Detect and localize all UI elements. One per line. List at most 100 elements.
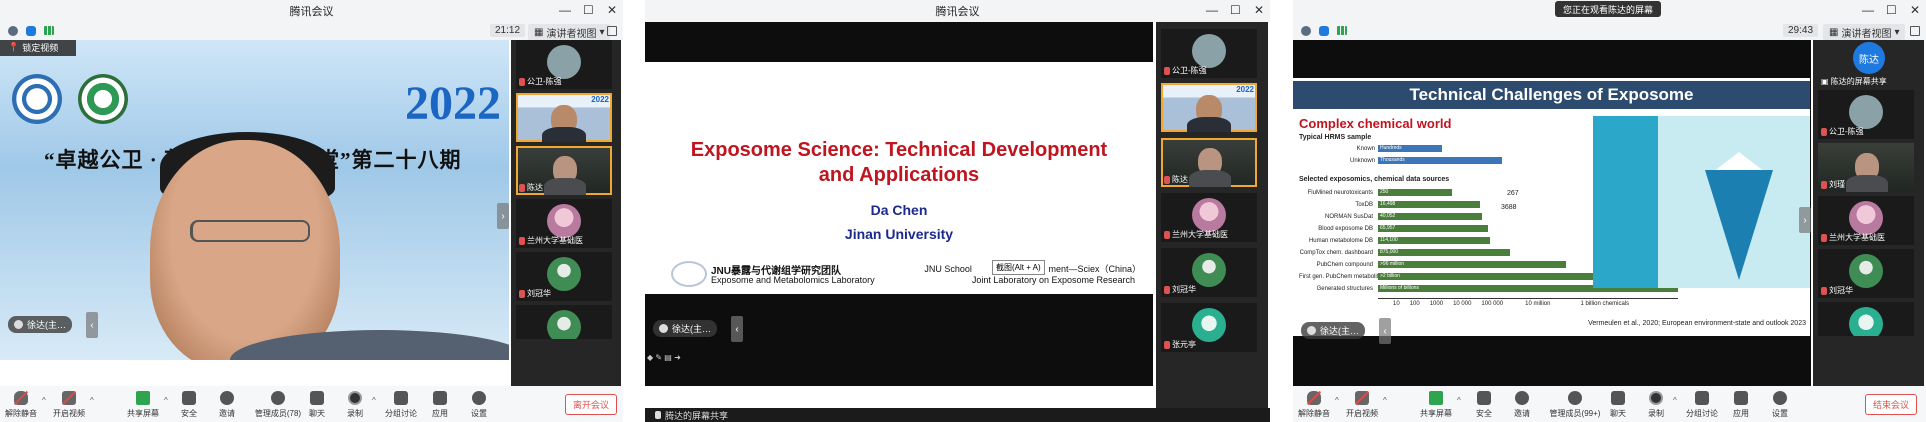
fullscreen-icon[interactable] bbox=[607, 26, 617, 36]
participant-thumb[interactable]: 兰州大学基础医 bbox=[1161, 193, 1257, 242]
chat-button[interactable]: 聊天 bbox=[1597, 391, 1639, 419]
shield-icon[interactable] bbox=[26, 26, 36, 36]
speaker-name-pill[interactable]: 徐达(主… bbox=[8, 316, 72, 333]
apps-button[interactable]: 应用 bbox=[1720, 391, 1762, 419]
chat-button[interactable]: 聊天 bbox=[296, 391, 338, 419]
invite-button[interactable]: 邀请 bbox=[206, 391, 248, 419]
speaker-avatar-icon bbox=[1307, 326, 1316, 335]
breakout-icon bbox=[1695, 391, 1709, 405]
collapse-left-icon[interactable]: ‹ bbox=[86, 312, 98, 338]
breakout-button[interactable]: 分组讨论 bbox=[1681, 391, 1723, 419]
signal-icon[interactable] bbox=[1337, 26, 1347, 35]
settings-button[interactable]: 设置 bbox=[1759, 391, 1801, 419]
window-controls: — ☐ ✕ bbox=[1206, 3, 1264, 17]
screenshot-tooltip: 截图(Alt + A) bbox=[992, 260, 1045, 275]
meeting-window-3: — ☐ ✕ 29:43 ▦ 演讲者视图 ▾ Technical Challenges… bbox=[1293, 0, 1926, 422]
maximize-button[interactable]: ☐ bbox=[1230, 3, 1241, 17]
share-screen-button[interactable]: 共享屏幕 bbox=[122, 391, 164, 419]
record-button[interactable]: 录制 bbox=[1635, 391, 1677, 419]
minimize-button[interactable]: — bbox=[559, 3, 571, 17]
minimize-button[interactable]: — bbox=[1206, 3, 1218, 17]
participant-thumb[interactable]: 2022 bbox=[516, 93, 612, 142]
chevron-up-icon[interactable]: ^ bbox=[372, 396, 376, 405]
participant-thumb[interactable]: 陈达 bbox=[516, 146, 612, 195]
apps-button[interactable]: 应用 bbox=[419, 391, 461, 419]
fullscreen-icon[interactable] bbox=[1910, 26, 1920, 36]
participant-thumb[interactable]: 兰州大学基础医 bbox=[1818, 196, 1914, 245]
security-button[interactable]: 安全 bbox=[168, 391, 210, 419]
end-meeting-button[interactable]: 结束会议 bbox=[1865, 394, 1918, 415]
record-button[interactable]: 录制 bbox=[334, 391, 376, 419]
shared-video: 2022 “卓越公卫 · 若讲堂”第二十八期 bbox=[0, 40, 509, 360]
participant-thumb[interactable]: 兰州大学基础医 bbox=[516, 199, 612, 248]
security-button[interactable]: 安全 bbox=[1463, 391, 1505, 419]
collapse-sidebar-icon[interactable]: › bbox=[1799, 207, 1811, 233]
video-button[interactable]: 开启视频 bbox=[48, 391, 90, 419]
participant-thumb[interactable]: 陈达 bbox=[1161, 138, 1257, 187]
participant-thumb[interactable] bbox=[516, 305, 612, 339]
close-button[interactable]: ✕ bbox=[1254, 3, 1264, 17]
chevron-up-icon[interactable]: ^ bbox=[90, 396, 94, 405]
collapse-sidebar-icon[interactable]: › bbox=[497, 203, 509, 229]
participant-thumb[interactable]: 张元亭 bbox=[1161, 303, 1257, 352]
participant-thumb[interactable]: 刘冠华 bbox=[516, 252, 612, 301]
participant-thumb[interactable]: 刘瑾 bbox=[1818, 143, 1914, 192]
maximize-button[interactable]: ☐ bbox=[1886, 3, 1897, 17]
lab-logo bbox=[671, 261, 707, 287]
participant-thumb[interactable]: 2022 bbox=[1161, 83, 1257, 132]
status-bar: 21:12 ▦ 演讲者视图 ▾ bbox=[0, 22, 623, 41]
mute-button[interactable]: 解除静音 bbox=[1293, 391, 1335, 419]
presenter-avatar[interactable]: 陈达 bbox=[1853, 42, 1885, 74]
speaker-name-pill[interactable]: 徐达(主… bbox=[653, 320, 717, 337]
invite-button[interactable]: 邀请 bbox=[1501, 391, 1543, 419]
signal-icon[interactable] bbox=[44, 26, 54, 35]
chevron-up-icon[interactable]: ^ bbox=[1457, 396, 1461, 405]
participant-thumb[interactable]: 公卫-陈强 bbox=[516, 40, 612, 89]
speaker-name-pill[interactable]: 徐达(主… bbox=[1301, 322, 1365, 339]
presentation-slide: Technical Challenges of Exposome Complex… bbox=[1293, 78, 1810, 336]
main-stage: 2022 “卓越公卫 · 若讲堂”第二十八期 📍 锁定视频 徐达(主… ‹ bbox=[0, 40, 509, 360]
chevron-up-icon[interactable]: ^ bbox=[42, 396, 46, 405]
pin-icon: 📍 bbox=[8, 41, 20, 52]
gear-icon bbox=[1773, 391, 1787, 405]
participant-avatar bbox=[1192, 308, 1226, 342]
video-button[interactable]: 开启视频 bbox=[1341, 391, 1383, 419]
mic-muted-icon bbox=[519, 77, 525, 86]
settings-button[interactable]: 设置 bbox=[458, 391, 500, 419]
slide-citation: Vermeulen et al., 2020; European environ… bbox=[1588, 320, 1806, 327]
participant-thumb[interactable]: 刘冠华 bbox=[1161, 248, 1257, 297]
participant-thumb[interactable]: 刘冠华 bbox=[1818, 249, 1914, 298]
chevron-up-icon[interactable]: ^ bbox=[1335, 396, 1339, 405]
breakout-button[interactable]: 分组讨论 bbox=[380, 391, 422, 419]
participant-thumb[interactable]: 公卫-陈强 bbox=[1161, 29, 1257, 78]
slide-title: Exposome Science: Technical Development a… bbox=[690, 139, 1108, 186]
axis-ticks: 10 100 1000 10 000 100 000 10 million 1 … bbox=[1393, 301, 1630, 307]
minimize-button[interactable]: — bbox=[1862, 3, 1874, 17]
annotation-tools[interactable]: ◆ ✎ ▤ ➜ bbox=[647, 353, 681, 362]
close-button[interactable]: ✕ bbox=[607, 3, 617, 17]
chevron-up-icon[interactable]: ^ bbox=[1673, 396, 1677, 405]
participant-avatar bbox=[1192, 253, 1226, 287]
info-icon[interactable] bbox=[1301, 26, 1311, 36]
participant-thumb[interactable]: 公卫-陈强 bbox=[1818, 90, 1914, 139]
collapse-left-icon[interactable]: ‹ bbox=[1379, 318, 1391, 344]
mute-button[interactable]: 解除静音 bbox=[0, 391, 42, 419]
share-screen-button[interactable]: 共享屏幕 bbox=[1415, 391, 1457, 419]
participant-sidebar: 公卫-陈强 2022 陈达 兰州大学基础医 刘冠华 张元亭 bbox=[1156, 22, 1268, 412]
meeting-toolbar: 解除静音 ^ 开启视频 ^ 共享屏幕 ^ 安全 邀请 管理成员(78) 聊天 录… bbox=[0, 386, 623, 422]
chevron-up-icon[interactable]: ^ bbox=[1383, 396, 1387, 405]
gear-icon bbox=[472, 391, 486, 405]
close-button[interactable]: ✕ bbox=[1910, 3, 1920, 17]
view-switch-button[interactable]: ▦ 演讲者视图 ▾ bbox=[528, 24, 611, 41]
window-title: 腾讯会议 bbox=[289, 6, 334, 18]
maximize-button[interactable]: ☐ bbox=[583, 3, 594, 17]
shield-icon[interactable] bbox=[1319, 26, 1329, 36]
view-switch-button[interactable]: ▦ 演讲者视图 ▾ bbox=[1823, 24, 1906, 41]
collapse-left-icon[interactable]: ‹ bbox=[731, 316, 743, 342]
participant-thumb[interactable] bbox=[1818, 302, 1914, 336]
pinned-video-label[interactable]: 📍 锁定视频 bbox=[0, 40, 76, 56]
chevron-down-icon: ▾ bbox=[1894, 27, 1900, 38]
manage-members-button[interactable]: 管理成员(99+) bbox=[1545, 391, 1605, 419]
leave-meeting-button[interactable]: 离开会议 bbox=[565, 394, 618, 415]
info-icon[interactable] bbox=[8, 26, 18, 36]
